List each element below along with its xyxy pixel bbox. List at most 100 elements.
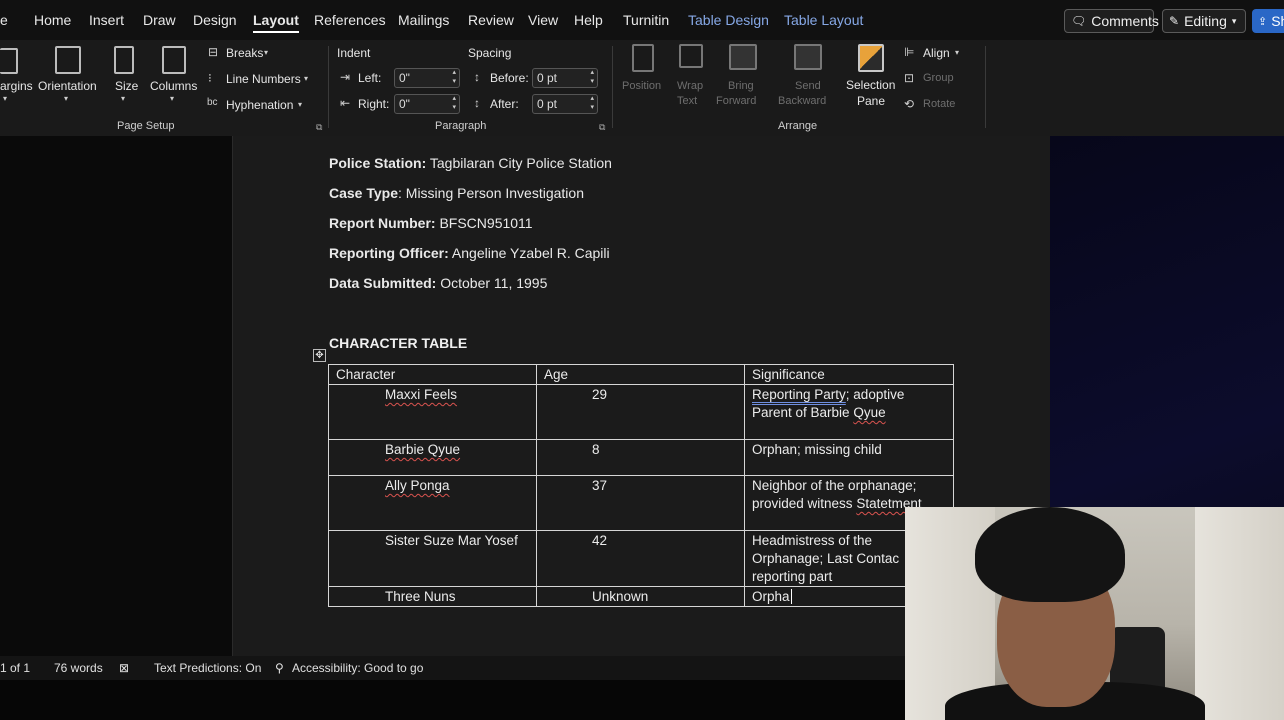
field-value: BFSCN951011 [439, 215, 533, 231]
margins-icon[interactable] [0, 48, 18, 74]
orientation-icon[interactable] [55, 46, 81, 74]
selection-pane-icon[interactable] [858, 44, 884, 72]
table-cell-character[interactable]: Three Nuns [328, 586, 537, 607]
table-header-cell[interactable]: Character [328, 364, 537, 385]
indent-left-input[interactable]: 0" [394, 68, 460, 88]
arrange-group-label: Arrange [778, 120, 818, 132]
tab-home[interactable]: Home [34, 12, 71, 28]
tab-insert[interactable]: Insert [89, 12, 124, 28]
table-cell-character[interactable]: Barbie Qyue [328, 439, 537, 476]
send-backward-label-1[interactable]: Send [795, 80, 821, 92]
tab-mailings[interactable]: Mailings [398, 12, 449, 28]
selection-pane-label-2[interactable]: Pane [857, 94, 885, 108]
table-cell-age[interactable]: Unknown [536, 586, 745, 607]
group-button[interactable]: Group [923, 72, 954, 84]
word-count[interactable]: 76 words [54, 661, 103, 675]
tab-view[interactable]: View [528, 12, 558, 28]
table-row: Ally Ponga 37 Neighbor of the orphanage;… [328, 475, 954, 531]
cell-text: Ally Ponga [385, 478, 450, 493]
group-divider [328, 46, 329, 128]
background-curtain [1195, 507, 1284, 720]
bring-forward-icon[interactable] [729, 44, 757, 70]
tab-design[interactable]: Design [193, 12, 237, 28]
comments-button[interactable]: 🗨 Comments [1064, 9, 1159, 33]
table-cell-character[interactable]: Ally Ponga [328, 475, 537, 531]
field-report-number: Report Number: BFSCN951011 [329, 215, 533, 231]
table-cell-age[interactable]: 29 [536, 384, 745, 440]
spacing-after-input[interactable]: 0 pt [532, 94, 598, 114]
position-icon[interactable] [632, 44, 654, 72]
size-button[interactable]: Size [115, 79, 138, 93]
accessibility-status[interactable]: Accessibility: Good to go [292, 661, 423, 675]
table-header-cell[interactable]: Significance [744, 364, 954, 385]
table-cell-age[interactable]: 42 [536, 530, 745, 587]
breaks-button[interactable]: Breaks [226, 46, 263, 60]
chevron-down-icon: ▾ [955, 48, 960, 57]
margins-button[interactable]: argins [0, 79, 33, 93]
field-reporting-officer: Reporting Officer: Angeline Yzabel R. Ca… [329, 245, 610, 261]
table-title: CHARACTER TABLE [329, 335, 468, 351]
dialog-launcher-icon[interactable]: ⧉ [316, 122, 322, 133]
table-row: Three Nuns Unknown Orpha [328, 586, 954, 607]
field-value: Angeline Yzabel R. Capili [451, 245, 610, 261]
columns-icon[interactable] [162, 46, 186, 74]
cell-text: provided witness [752, 496, 857, 511]
tab-review[interactable]: Review [468, 12, 514, 28]
tab-table-design[interactable]: Table Design [688, 12, 769, 28]
field-value: : Missing Person Investigation [398, 185, 584, 201]
wrap-text-label-1[interactable]: Wrap [677, 80, 703, 92]
chevron-down-icon: ▾ [264, 48, 269, 57]
size-icon[interactable] [114, 46, 134, 74]
table-cell-age[interactable]: 37 [536, 475, 745, 531]
spacing-before-icon: ↕ [474, 70, 480, 84]
bring-forward-label-2[interactable]: Forward [716, 95, 756, 107]
editing-mode-button[interactable]: ✎ Editing ▾ [1162, 9, 1246, 33]
tab-table-layout[interactable]: Table Layout [784, 12, 863, 28]
proofing-icon[interactable]: ⊠ [119, 661, 129, 675]
columns-button[interactable]: Columns [150, 79, 197, 93]
wrap-text-label-2[interactable]: Text [677, 95, 697, 107]
tab-layout[interactable]: Layout [253, 12, 299, 33]
share-button[interactable]: ⇪Sh [1252, 9, 1284, 33]
tab-file[interactable]: e [0, 12, 8, 28]
position-button[interactable]: Position [622, 80, 661, 92]
tab-help[interactable]: Help [574, 12, 603, 28]
table-header-cell[interactable]: Age [536, 364, 745, 385]
document-margin-left [0, 136, 232, 656]
spacing-before-input[interactable]: 0 pt [532, 68, 598, 88]
table-cell-significance[interactable]: Reporting Party; adoptive Parent of Barbi… [744, 384, 954, 440]
page-count[interactable]: 1 of 1 [0, 661, 30, 675]
send-backward-icon[interactable] [794, 44, 822, 70]
table-cell-significance[interactable]: Orphan; missing child [744, 439, 954, 476]
bring-forward-label-1[interactable]: Bring [728, 80, 754, 92]
table-cell-age[interactable]: 8 [536, 439, 745, 476]
field-data-submitted: Data Submitted: October 11, 1995 [329, 275, 547, 291]
tab-draw[interactable]: Draw [143, 12, 176, 28]
field-case-type: Case Type: Missing Person Investigation [329, 185, 584, 201]
table-move-handle-icon[interactable]: ✥ [313, 349, 326, 362]
chevron-down-icon: ▾ [298, 100, 303, 109]
text-predictions-status[interactable]: Text Predictions: On [154, 661, 261, 675]
indent-left-icon: ⇥ [340, 70, 351, 84]
hyphenation-button[interactable]: Hyphenation [226, 98, 293, 112]
indent-right-label: Right: [358, 97, 390, 111]
field-label: Report Number: [329, 215, 436, 231]
align-button[interactable]: Align [923, 46, 950, 60]
tab-turnitin[interactable]: Turnitin [623, 12, 669, 28]
orientation-button[interactable]: Orientation [38, 79, 97, 93]
table-cell-character[interactable]: Sister Suze Mar Yosef [328, 530, 537, 587]
group-divider [985, 46, 986, 128]
indent-right-input[interactable]: 0" [394, 94, 460, 114]
send-backward-label-2[interactable]: Backward [778, 95, 826, 107]
wrap-text-icon[interactable] [679, 44, 703, 68]
selection-pane-label-1[interactable]: Selection [846, 78, 895, 92]
table-row: Barbie Qyue 8 Orphan; missing child [328, 439, 954, 476]
character-table[interactable]: Character Age Significance Maxxi Feels 2… [328, 364, 954, 607]
tab-references[interactable]: References [314, 12, 386, 28]
table-cell-character[interactable]: Maxxi Feels [328, 384, 537, 440]
rotate-button[interactable]: Rotate [923, 98, 955, 110]
line-numbers-button[interactable]: Line Numbers [226, 72, 301, 86]
dialog-launcher-icon[interactable]: ⧉ [599, 122, 605, 133]
hyphenation-icon: bc [207, 97, 218, 108]
field-label: Reporting Officer: [329, 245, 449, 261]
